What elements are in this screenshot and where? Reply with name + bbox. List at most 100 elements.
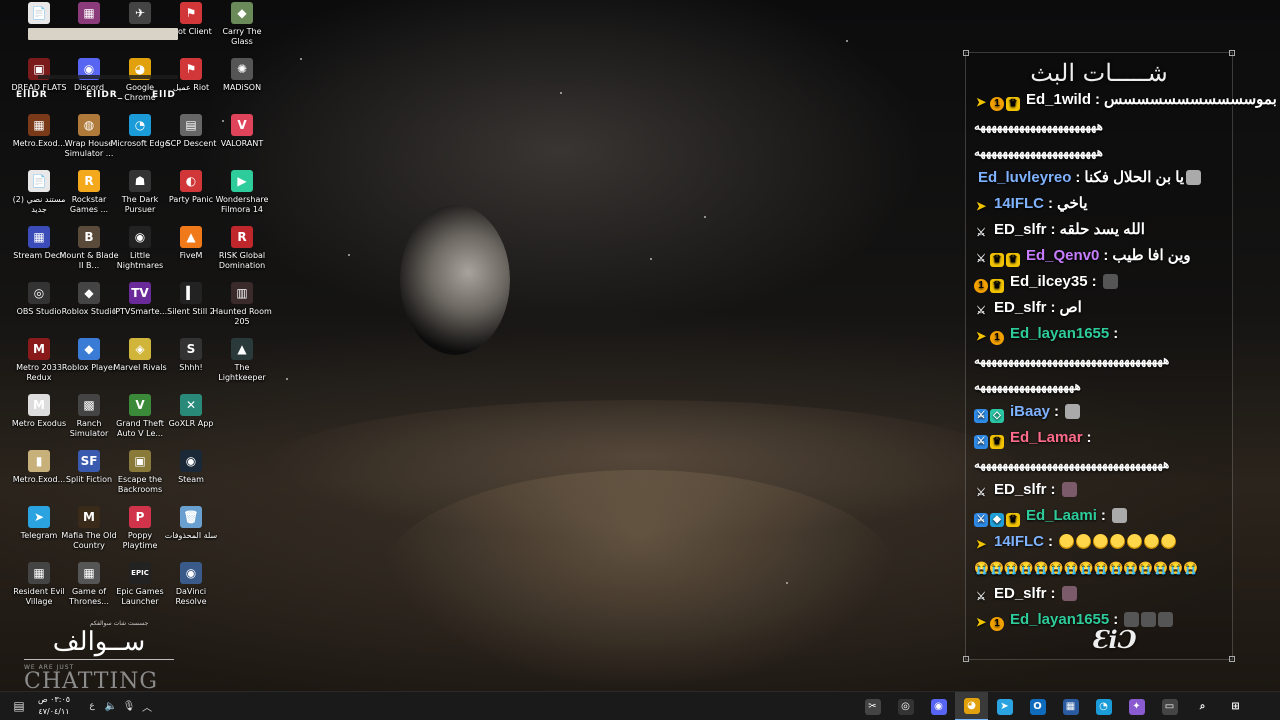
desktop-icon[interactable]: ▣ DREAD FLATS: [11, 58, 67, 112]
overlay-tag: EllDR_: [86, 90, 124, 100]
desktop-icon[interactable]: ◈ Marvel Rivals: [113, 338, 167, 392]
taskbar-outlook-button[interactable]: O: [1021, 692, 1054, 720]
desktop-icon[interactable]: ▩ Ranch Simulator: [62, 394, 116, 448]
chevron-up-icon[interactable]: ︿: [138, 692, 156, 720]
desktop-icon[interactable]: ▦ Game of Thrones...: [62, 562, 116, 616]
chat-username[interactable]: ED_slfr: [994, 299, 1047, 316]
desktop-icon[interactable]: ▲ The Lightkeeper: [215, 338, 269, 392]
desktop-icon[interactable]: ▮ Metro.Exod...: [12, 450, 66, 504]
emote-icon: [1110, 534, 1126, 549]
desktop-icon[interactable]: SF Split Fiction: [62, 450, 116, 504]
chat-username[interactable]: 14IFLC: [994, 533, 1044, 550]
chat-username[interactable]: iBaay: [1010, 403, 1050, 420]
desktop-icon[interactable]: ▦ Metro.Exod...: [12, 114, 66, 168]
obs-icon: ◎: [897, 698, 914, 715]
desktop-icon-label: Carry The Glass: [222, 27, 262, 46]
desktop-icon[interactable]: M Mafia The Old Country: [61, 506, 117, 560]
emote-icon: [1076, 534, 1092, 549]
chat-username[interactable]: Ed_Lamar: [1010, 429, 1083, 446]
chat-username[interactable]: Ed_ilcey35: [1010, 273, 1088, 290]
microphone-icon[interactable]: 🎙: [120, 692, 138, 720]
desktop-icon[interactable]: V Grand Theft Auto V Le...: [113, 394, 167, 448]
desktop-icon[interactable]: ◍ Wrap House Simulator ...: [62, 114, 116, 168]
desktop-icon[interactable]: ▣ Escape the Backrooms: [113, 450, 167, 504]
desktop-icon[interactable]: ◉ Little Nightmares: [113, 226, 167, 280]
language-indicator[interactable]: ع: [82, 692, 102, 720]
desktop-icon[interactable]: ◆ Roblox Studio: [62, 282, 116, 336]
taskbar-store-button[interactable]: ▦: [1054, 692, 1087, 720]
notification-icon[interactable]: ▤: [8, 692, 30, 720]
taskbar-telegram-button[interactable]: ➤: [988, 692, 1021, 720]
brand-big-text: CHATTING: [24, 669, 158, 694]
desktop-icon[interactable]: ▦ Stream Deck: [12, 226, 66, 280]
desktop-icon[interactable]: ◉ Discord: [62, 58, 116, 112]
chat-text: بموسسسسسسسسسسس: [1104, 91, 1277, 108]
desktop-icon[interactable]: V VALORANT: [215, 114, 269, 168]
desktop-icon[interactable]: ◆ Carry The Glass: [215, 2, 269, 56]
desktop-icon[interactable]: ◉ Steam: [164, 450, 218, 504]
desktop-icon[interactable]: ▍ Silent Still 2: [164, 282, 218, 336]
desktop-icon[interactable]: ◐ Party Panic: [164, 170, 218, 224]
desktop-icon[interactable]: EPIC Epic Games Launcher: [113, 562, 167, 616]
desktop-icon[interactable]: ▦ Resident Evil Village: [12, 562, 66, 616]
volume-icon[interactable]: 🔈: [102, 692, 120, 720]
chat-username[interactable]: Ed_Qenv0: [1026, 247, 1099, 264]
chat-username[interactable]: 14IFLC: [994, 195, 1044, 212]
chat-message: ⚔ ED_slfr:: [974, 477, 1226, 503]
taskbar-chrome-button[interactable]: ◕: [955, 692, 988, 720]
desktop-icon[interactable]: ⚑ عميل Riot: [164, 58, 218, 112]
chat-message: 1 ♛ Ed_ilcey35:: [974, 269, 1226, 295]
discord-icon: ◉: [930, 698, 947, 715]
taskbar-discord-button[interactable]: ◉: [922, 692, 955, 720]
desktop-icon[interactable]: M Metro 2033 Redux: [12, 338, 66, 392]
desktop-icon[interactable]: ◉ DaVinci Resolve: [164, 562, 218, 616]
taskbar-copilot-button[interactable]: ✦: [1120, 692, 1153, 720]
chat-username[interactable]: Ed_layan1655: [1010, 325, 1109, 342]
chat-username[interactable]: ED_slfr: [994, 221, 1047, 238]
desktop-icon[interactable]: S Shhh!: [164, 338, 218, 392]
chat-username[interactable]: ED_slfr: [994, 585, 1047, 602]
chat-message: ⚔ ED_slfr: الله يسد حلقه: [974, 217, 1226, 243]
taskbar-snipping-button[interactable]: ✂: [856, 692, 889, 720]
desktop-icon[interactable]: ◔ Microsoft Edge: [110, 114, 170, 168]
taskbar-search-button[interactable]: ⌕: [1186, 692, 1219, 720]
system-clock[interactable]: ٠٣:٠٥ ص ٤٧/٠٤/١١: [34, 694, 74, 718]
desktop-icon[interactable]: M Metro Exodus: [12, 394, 66, 448]
desktop-icon[interactable]: ▥ Haunted Room 205: [212, 282, 272, 336]
desktop-icon[interactable]: ✺ MADiSON: [215, 58, 269, 112]
frame-corner: [1229, 50, 1235, 56]
chat-username[interactable]: Ed_Laami: [1026, 507, 1097, 524]
chat-separator: :: [1100, 507, 1106, 524]
desktop-icon[interactable]: 📄 مستند نصي (2) جديد: [12, 170, 66, 224]
desktop-icon[interactable]: ➤ Telegram: [12, 506, 66, 560]
desktop-icon[interactable]: TV IPTVSmarte...: [113, 282, 167, 336]
app-icon: ▥: [231, 282, 253, 304]
desktop-icon[interactable]: ◕ Google Chrome: [113, 58, 167, 112]
chat-username[interactable]: Ed_1wild: [1026, 91, 1091, 108]
app-icon: ◉: [129, 226, 151, 248]
desktop-icon-label: DaVinci Resolve: [175, 587, 207, 606]
chat-username[interactable]: Ed_luvleyreo: [978, 169, 1071, 186]
desktop-icon[interactable]: P Poppy Playtime: [113, 506, 167, 560]
desktop-icon[interactable]: ▤ SCP Descent: [164, 114, 218, 168]
taskbar-task-view-button[interactable]: ▭: [1153, 692, 1186, 720]
chat-username[interactable]: ED_slfr: [994, 481, 1047, 498]
desktop-icon[interactable]: ☗ The Dark Pursuer: [113, 170, 167, 224]
desktop-icon[interactable]: R RISK Global Domination: [215, 226, 269, 280]
chat-text: وين افا طيب: [1112, 247, 1191, 264]
desktop-icon[interactable]: ▶ Wondershare Filmora 14: [215, 170, 269, 224]
desktop-icon[interactable]: B Mount & Blade II B...: [59, 226, 119, 280]
taskbar-obs-button[interactable]: ◎: [889, 692, 922, 720]
desktop-icon[interactable]: ▲ FiveM: [164, 226, 218, 280]
desktop-icon[interactable]: R Rockstar Games ...: [62, 170, 116, 224]
emote-icon: [1061, 586, 1077, 601]
desktop-icon[interactable]: 🗑 سلة المحذوفات: [164, 506, 218, 560]
chat-text-continuation: ههههههههههههههههههههههههههههههههههه: [974, 457, 1170, 471]
chat-message: ➤ 14IFLC: ياخي: [974, 191, 1226, 217]
desktop-icon[interactable]: ✕ GoXLR App: [164, 394, 218, 448]
desktop-icon[interactable]: ◆ Roblox Player: [62, 338, 116, 392]
desktop-icon[interactable]: ◎ OBS Studio: [12, 282, 66, 336]
arrow-badge-icon: ➤: [975, 95, 987, 109]
taskbar-edge-button[interactable]: ◔: [1087, 692, 1120, 720]
taskbar-start-button[interactable]: ⊞: [1219, 692, 1252, 720]
